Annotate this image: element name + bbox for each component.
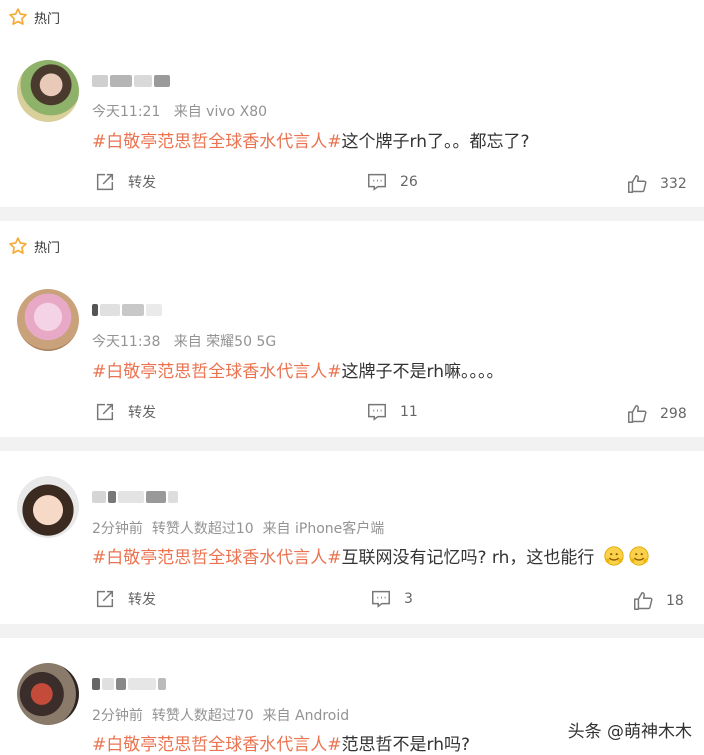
thumbs-up-icon — [628, 175, 647, 193]
repost-icon — [96, 173, 114, 191]
avatar[interactable] — [17, 289, 79, 351]
comment-text: #白敬亭范思哲全球香水代言人#这牌子不是rh嘛。。。。 — [92, 357, 503, 382]
hot-label: 热门 — [34, 11, 61, 27]
comment-text: #白敬亭范思哲全球香水代言人#这个牌子rh了。。都忘了? — [92, 127, 530, 152]
comment-meta: 今天11:38 来自 荣耀50 5G — [92, 331, 276, 351]
comment-body: 范思哲不是rh吗? — [341, 735, 471, 755]
comment-source: 来自 iPhone客户端 — [262, 521, 385, 537]
avatar[interactable] — [17, 663, 79, 725]
hashtag-link[interactable]: #白敬亭范思哲全球香水代言人# — [92, 548, 342, 568]
like-button[interactable]: 18 — [632, 590, 684, 612]
like-button[interactable]: 298 — [626, 403, 687, 425]
username-blurred[interactable] — [92, 72, 170, 90]
comment-button[interactable]: 26 — [366, 171, 418, 193]
comment-body: 互联网没有记忆吗? rh，这也能行 — [341, 548, 595, 568]
card-separator — [0, 437, 704, 451]
star-icon — [9, 237, 27, 254]
comment-meta: 2分钟前 转赞人数超过70 来自 Android — [92, 705, 349, 725]
username-blurred[interactable] — [92, 675, 166, 693]
hot-badge: 热门 — [8, 236, 60, 256]
hot-label: 热门 — [34, 240, 61, 256]
comment-source: 来自 Android — [262, 708, 350, 724]
comment-meta: 今天11:21 来自 vivo X80 — [92, 101, 267, 121]
comment-source: 来自 荣耀50 5G — [173, 334, 277, 350]
avatar[interactable] — [17, 60, 79, 122]
thumbs-up-icon — [628, 405, 647, 423]
smile-emoji-icon — [604, 546, 624, 566]
comment-extra: 转赞人数超过10 — [151, 521, 254, 537]
avatar[interactable] — [17, 476, 79, 538]
repost-button[interactable]: 转发 — [94, 588, 156, 610]
smile-emoji-icon — [629, 546, 649, 566]
hashtag-link[interactable]: #白敬亭范思哲全球香水代言人# — [92, 362, 342, 382]
thumbs-up-icon — [634, 592, 653, 610]
username-blurred[interactable] — [92, 301, 162, 319]
hot-badge: 热门 — [8, 7, 60, 27]
repost-icon — [96, 403, 114, 421]
watermark: 头条 @萌神木木 — [567, 722, 692, 742]
repost-button[interactable]: 转发 — [94, 401, 156, 423]
comment-time: 今天11:38 — [92, 334, 161, 350]
comment-card-3: 2分钟前 转赞人数超过10 来自 iPhone客户端 #白敬亭范思哲全球香水代言… — [0, 451, 704, 624]
card-separator — [0, 207, 704, 221]
comment-time: 2分钟前 — [92, 521, 143, 537]
comment-body: 这个牌子rh了。。都忘了? — [341, 132, 530, 152]
comment-time: 2分钟前 — [92, 708, 143, 724]
comment-meta: 2分钟前 转赞人数超过10 来自 iPhone客户端 — [92, 518, 384, 538]
hashtag-link[interactable]: #白敬亭范思哲全球香水代言人# — [92, 735, 342, 755]
comment-extra: 转赞人数超过70 — [151, 708, 254, 724]
repost-button[interactable]: 转发 — [94, 171, 156, 193]
hashtag-link[interactable]: #白敬亭范思哲全球香水代言人# — [92, 132, 342, 152]
comment-source: 来自 vivo X80 — [173, 104, 268, 120]
comment-card-1: 热门 今天11:21 来自 vivo X80 #白敬亭范思哲全球香水代言人#这个… — [0, 0, 704, 207]
star-icon — [9, 8, 27, 25]
comment-body: 这牌子不是rh嘛。。。。 — [341, 362, 504, 382]
comment-text: #白敬亭范思哲全球香水代言人#互联网没有记忆吗? rh，这也能行 — [92, 543, 650, 568]
comment-card-2: 热门 今天11:38 来自 荣耀50 5G #白敬亭范思哲全球香水代言人#这牌子… — [0, 221, 704, 437]
username-blurred[interactable] — [92, 488, 178, 506]
comment-button[interactable]: 11 — [366, 401, 418, 423]
comment-button[interactable]: 3 — [370, 588, 413, 610]
repost-icon — [96, 590, 114, 608]
comment-time: 今天11:21 — [92, 104, 161, 120]
comment-text: #白敬亭范思哲全球香水代言人#范思哲不是rh吗? — [92, 730, 470, 755]
comment-icon — [368, 403, 386, 421]
comment-icon — [372, 590, 390, 608]
comment-icon — [368, 173, 386, 191]
like-button[interactable]: 332 — [626, 173, 687, 195]
card-separator — [0, 624, 704, 638]
